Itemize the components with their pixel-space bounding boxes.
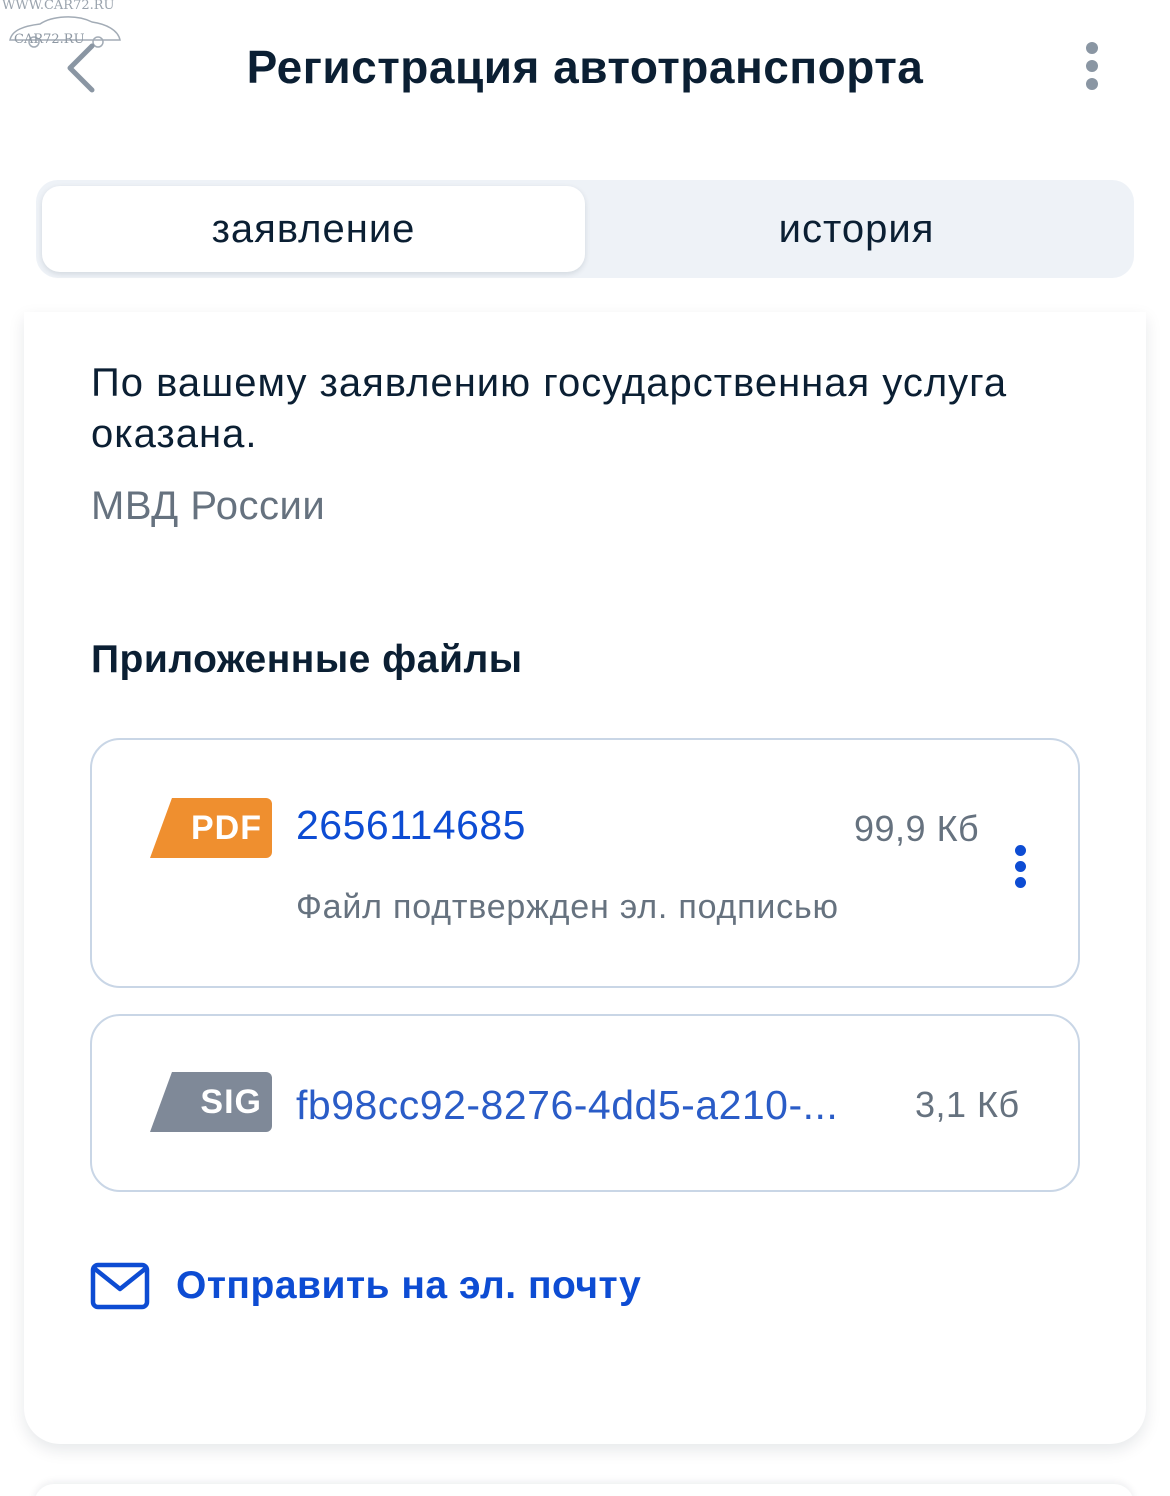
- send-email-label: Отправить на эл. почту: [176, 1264, 642, 1307]
- attachment-size: 99,9 Кб: [854, 808, 980, 849]
- tab-application[interactable]: заявление: [42, 186, 585, 272]
- sig-file-icon: SIG: [150, 1072, 272, 1132]
- attachment-card-pdf[interactable]: PDF 2656114685 99,9 Кб Файл подтвержден …: [90, 738, 1080, 988]
- more-vertical-icon: [1086, 42, 1098, 54]
- attachment-size: 3,1 Кб: [915, 1084, 1020, 1125]
- attachment-card-sig[interactable]: SIG fb98cc92-8276-4dd5-a210-... 3,1 Кб: [90, 1014, 1080, 1192]
- tab-history[interactable]: история: [585, 186, 1128, 272]
- envelope-icon: [90, 1262, 150, 1310]
- application-card: По вашему заявлению государственная услу…: [24, 312, 1146, 1444]
- page-title: Регистрация автотранспорта: [246, 41, 924, 93]
- more-menu-button[interactable]: [1070, 36, 1114, 96]
- status-message: По вашему заявлению государственная услу…: [91, 361, 1008, 456]
- attachments-title: Приложенные файлы: [91, 638, 523, 681]
- send-email-button[interactable]: Отправить на эл. почту: [90, 1258, 641, 1314]
- attachment-name-link[interactable]: fb98cc92-8276-4dd5-a210-...: [296, 1082, 838, 1129]
- next-card-edge: [34, 1484, 1134, 1496]
- segmented-tabs: заявление история: [36, 180, 1134, 278]
- organization-name: МВД России: [91, 484, 326, 528]
- header: Регистрация автотранспорта: [0, 0, 1170, 140]
- attachment-menu-button[interactable]: [1002, 838, 1038, 894]
- pdf-file-icon: PDF: [150, 798, 272, 858]
- more-vertical-icon: [1014, 844, 1026, 856]
- page: WWW.CAR72.RU CAR72.RU Регистрация автотр…: [0, 0, 1170, 1496]
- attachment-name-link[interactable]: 2656114685: [296, 802, 526, 849]
- signature-status: Файл подтвержден эл. подписью: [296, 888, 839, 926]
